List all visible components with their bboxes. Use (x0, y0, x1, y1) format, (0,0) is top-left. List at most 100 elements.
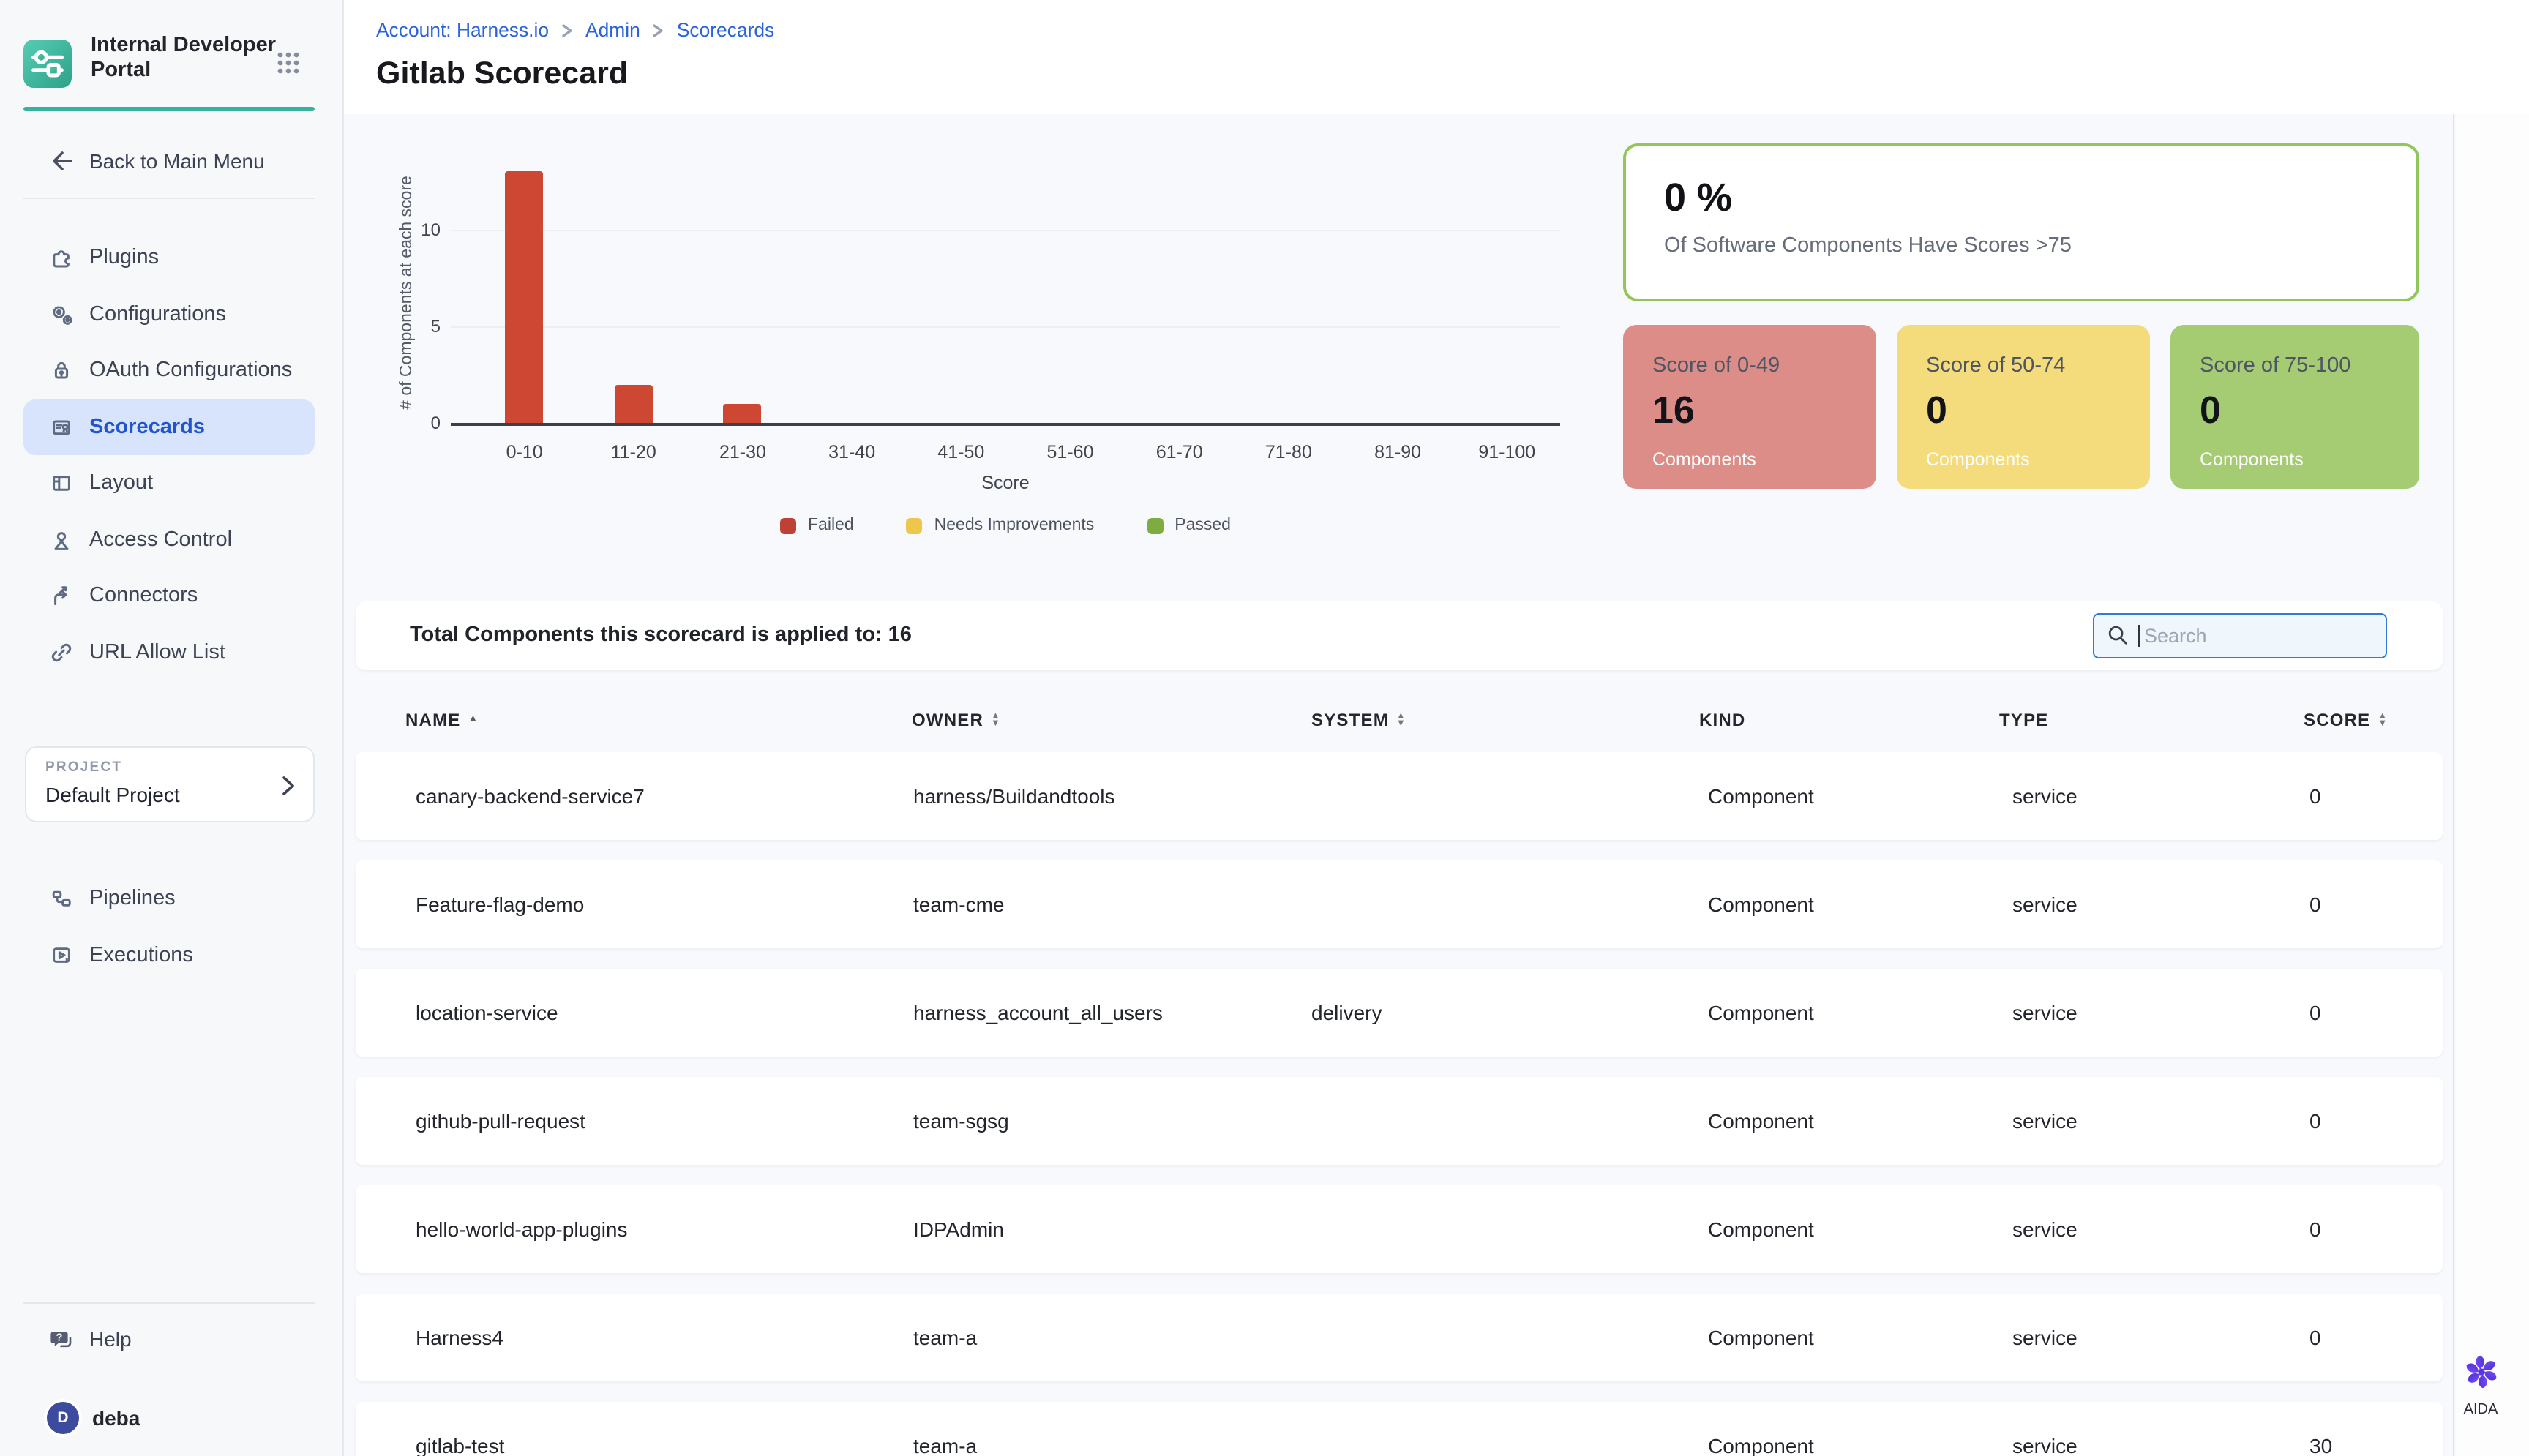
sidebar-item-layout[interactable]: Layout (23, 455, 315, 511)
x-tick-label: 61-70 (1125, 442, 1234, 462)
chevron-right-icon (280, 776, 297, 796)
cell-system: delivery (1311, 969, 1382, 1057)
text-cursor (2138, 625, 2140, 647)
column-header-kind[interactable]: KIND (1699, 698, 1745, 742)
table-row[interactable]: Feature-flag-demoteam-cmeComponentservic… (356, 860, 2443, 948)
breadcrumb: Account: Harness.io Admin Scorecards (376, 19, 774, 41)
user-name: deba (92, 1406, 140, 1430)
legend-label: Failed (808, 517, 854, 534)
legend-item: Passed (1147, 517, 1231, 534)
x-tick-label: 11-20 (579, 442, 688, 462)
sidebar-item-label: Access Control (89, 528, 232, 552)
cell-owner: team-cme (913, 860, 1004, 948)
project-selector[interactable]: PROJECT Default Project (25, 746, 315, 822)
person-icon (48, 527, 75, 553)
chevron-right-icon (652, 23, 665, 37)
sidebar-item-label: Configurations (89, 303, 226, 326)
sidebar-item-scorecards[interactable]: Scorecards (23, 399, 315, 455)
bar-slot (1344, 114, 1453, 423)
sidebar-item-label: Layout (89, 472, 153, 495)
legend-swatch (907, 517, 923, 533)
column-header-type[interactable]: TYPE (1999, 698, 2049, 742)
scorecard-icon (48, 414, 75, 440)
cell-kind: Component (1708, 1077, 1814, 1165)
legend-swatch (780, 517, 796, 533)
link-icon (48, 639, 75, 666)
cell-type: service (2012, 969, 2077, 1057)
sidebar-item-connectors[interactable]: Connectors (23, 568, 315, 624)
back-to-main-menu[interactable]: Back to Main Menu (23, 140, 315, 181)
cell-kind: Component (1708, 860, 1814, 948)
x-tick-label: 71-80 (1234, 442, 1343, 462)
app-grid-icon[interactable] (275, 50, 301, 76)
column-header-owner[interactable]: OWNER▲▼ (912, 698, 1001, 742)
bar-slot (1234, 114, 1343, 423)
sidebar-item-plugins[interactable]: Plugins (23, 230, 315, 286)
bar-slot (688, 114, 797, 423)
stat-label: Components (1652, 449, 1876, 470)
cell-name: canary-backend-service7 (416, 752, 645, 840)
total-components-label: Total Components this scorecard is appli… (410, 601, 912, 670)
table-row[interactable]: gitlab-testteam-aComponentservice30 (356, 1402, 2443, 1456)
stat-label: Components (1926, 449, 2150, 470)
gears-icon (48, 301, 75, 328)
table-row[interactable]: Harness4team-aComponentservice0 (356, 1294, 2443, 1381)
play-box-icon (48, 942, 75, 969)
breadcrumb-account-link[interactable]: Account: Harness.io (376, 19, 549, 41)
aida-assistant-button[interactable]: AIDA (2447, 1355, 2514, 1418)
table-row[interactable]: github-pull-requestteam-sgsgComponentser… (356, 1077, 2443, 1165)
cell-type: service (2012, 1402, 2077, 1456)
branch-arrow-icon (48, 583, 75, 609)
y-tick-label: 0 (385, 413, 441, 433)
app-window: Internal Developer Portal Back to Main M… (0, 0, 2529, 1456)
table-row[interactable]: location-serviceharness_account_all_user… (356, 969, 2443, 1057)
column-header-system[interactable]: SYSTEM▲▼ (1311, 698, 1406, 742)
page-header: Account: Harness.io Admin Scorecards Git… (344, 0, 2529, 114)
cell-score: 0 (2309, 1077, 2321, 1165)
sidebar-item-executions[interactable]: Executions (23, 927, 315, 983)
stat-card-score-75-100: Score of 75-100 0 Components (2170, 325, 2419, 489)
sidebar-item-configurations[interactable]: Configurations (23, 286, 315, 342)
legend-item: Needs Improvements (907, 517, 1095, 534)
pipeline-nodes-icon (48, 886, 75, 912)
bar-slot (1016, 114, 1125, 423)
cell-name: Feature-flag-demo (416, 860, 584, 948)
aida-pinwheel-icon (2464, 1355, 2498, 1389)
cell-owner: IDPAdmin (913, 1185, 1004, 1273)
help-button[interactable]: ? Help (23, 1318, 315, 1359)
legend-label: Passed (1174, 517, 1231, 534)
cell-type: service (2012, 1077, 2077, 1165)
bar-slot (907, 114, 1016, 423)
idp-logo-icon (23, 40, 72, 88)
cell-kind: Component (1708, 1185, 1814, 1273)
table-row[interactable]: hello-world-app-plugins IDPAdmin Component… (356, 1185, 2443, 1273)
user-menu[interactable]: D deba (23, 1397, 315, 1438)
legend-swatch (1147, 517, 1163, 533)
summary-percent: 0 % (1664, 176, 2378, 221)
breadcrumb-admin-link[interactable]: Admin (585, 19, 640, 41)
sidebar-item-oauth-configurations[interactable]: OAuth Configurations (23, 342, 315, 399)
sidebar-item-label: Scorecards (89, 416, 205, 439)
brand-underline (23, 107, 315, 111)
cell-name: gitlab-test (416, 1402, 504, 1456)
sidebar-item-url-allow-list[interactable]: URL Allow List (23, 624, 315, 680)
sidebar-item-label: Pipelines (89, 888, 176, 911)
avatar: D (47, 1402, 79, 1434)
cell-kind: Component (1708, 969, 1814, 1057)
column-header-name[interactable]: NAME▲ (405, 698, 479, 742)
cell-name: hello-world-app-plugins (416, 1185, 628, 1273)
sort-icon: ▲▼ (2378, 712, 2388, 728)
sidebar-item-access-control[interactable]: Access Control (23, 511, 315, 568)
svg-text:?: ? (56, 1332, 62, 1344)
legend-label: Needs Improvements (934, 517, 1095, 534)
help-label: Help (89, 1327, 132, 1351)
x-tick-label: 21-30 (688, 442, 797, 462)
breadcrumb-scorecards-link[interactable]: Scorecards (677, 19, 774, 41)
table-header: NAME▲ OWNER▲▼ SYSTEM▲▼ KIND TYPE SCORE▲▼ (356, 698, 2443, 742)
table-row[interactable]: canary-backend-service7harness/Buildandt… (356, 752, 2443, 840)
search-input[interactable] (2093, 613, 2387, 658)
project-menu: Pipelines Executions (23, 871, 315, 983)
column-header-score[interactable]: SCORE▲▼ (2304, 698, 2388, 742)
sidebar-item-pipelines[interactable]: Pipelines (23, 871, 315, 927)
bar-slot (798, 114, 907, 423)
